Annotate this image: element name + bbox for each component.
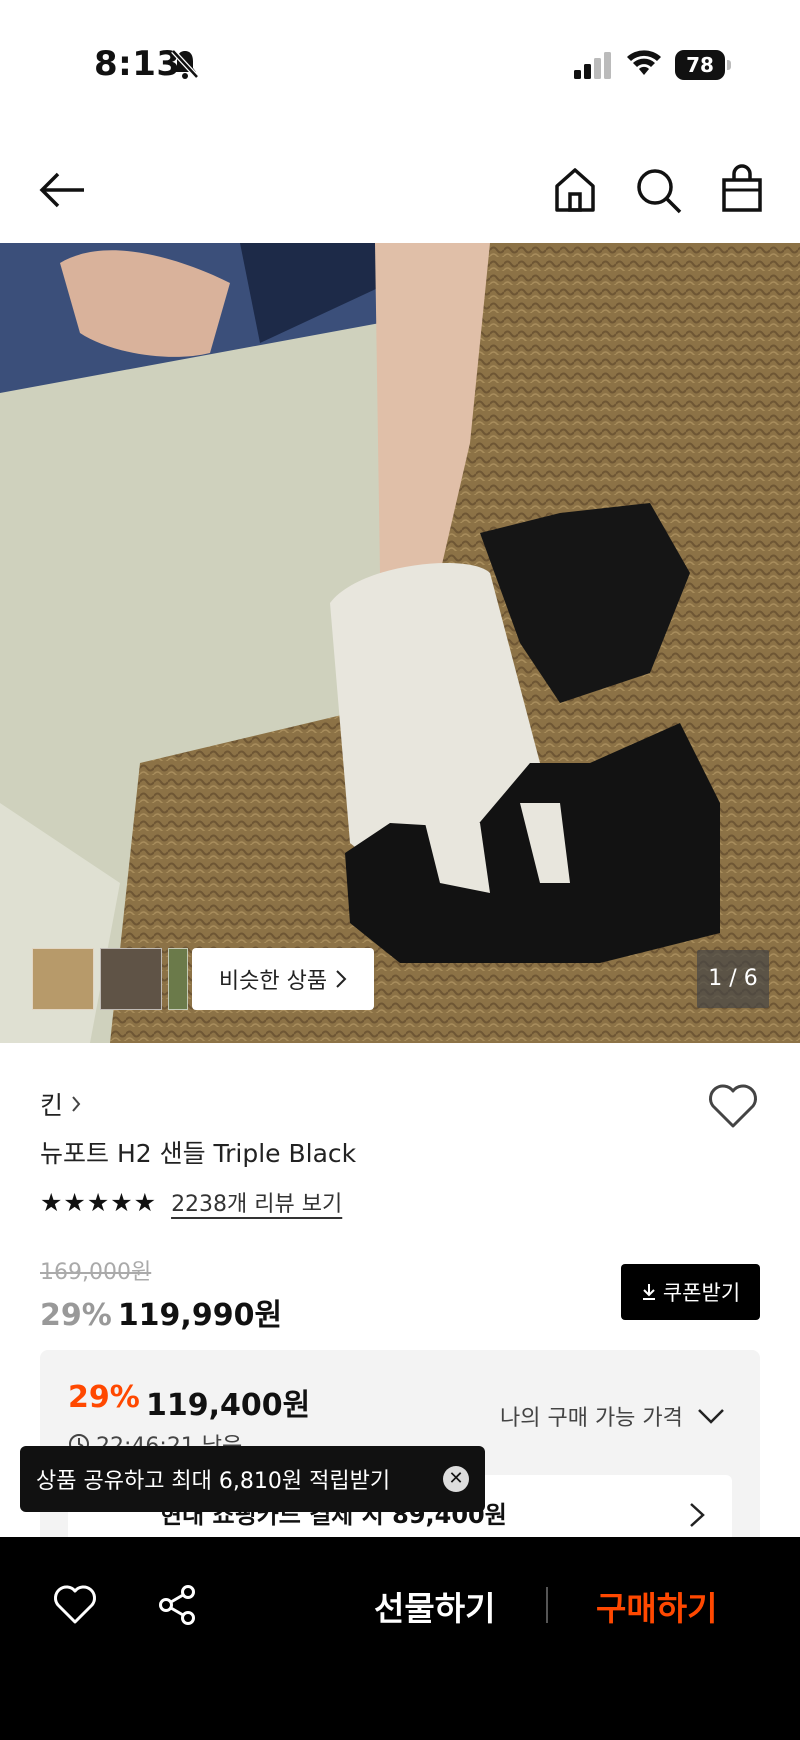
home-button[interactable] xyxy=(545,160,605,220)
home-icon xyxy=(555,168,595,212)
share-reward-toast: 상품 공유하고 최대 6,810원 적립받기 ✕ xyxy=(20,1446,485,1512)
brand-link[interactable]: 킨 xyxy=(40,1086,81,1122)
image-counter: 1 / 6 xyxy=(697,950,769,1008)
search-icon xyxy=(637,169,682,214)
similar-products-label: 비슷한 상품 xyxy=(218,969,328,994)
chevron-down-icon xyxy=(698,1409,724,1424)
my-price-label: 나의 구매 가능 가격 xyxy=(500,1406,683,1431)
chevron-right-icon xyxy=(336,970,347,988)
gift-button[interactable]: 선물하기 xyxy=(374,1582,495,1630)
best-discount-rate: 29% xyxy=(68,1380,140,1415)
my-price-toggle[interactable]: 나의 구매 가능 가격 xyxy=(500,1400,725,1432)
chevron-right-icon xyxy=(72,1096,81,1112)
rating-row: ★★★★★ 2238개 리뷰 보기 xyxy=(40,1186,342,1218)
divider xyxy=(546,1587,548,1623)
heart-icon[interactable] xyxy=(52,1582,98,1628)
discount-rate: 29% xyxy=(40,1298,112,1333)
wifi-icon xyxy=(627,50,661,75)
top-nav xyxy=(0,140,800,240)
coupon-download-button[interactable]: 쿠폰받기 xyxy=(621,1264,760,1320)
chevron-right-icon xyxy=(690,1503,705,1527)
buy-button[interactable]: 구매하기 xyxy=(596,1582,717,1630)
review-link[interactable]: 2238개 리뷰 보기 xyxy=(171,1186,342,1218)
best-price: 119,400원 xyxy=(146,1388,311,1423)
signal-icon xyxy=(574,52,611,79)
share-icon[interactable] xyxy=(154,1582,200,1628)
product-photo xyxy=(0,243,800,1043)
status-time: 8:13 xyxy=(94,44,181,84)
thumbnail-3[interactable] xyxy=(168,948,188,1010)
star-rating: ★★★★★ xyxy=(40,1187,158,1217)
similar-products-button[interactable]: 비슷한 상품 xyxy=(192,948,374,1010)
sale-price-row: 29% 119,990원 xyxy=(40,1290,282,1334)
download-icon xyxy=(642,1284,655,1300)
original-price: 169,000원 xyxy=(40,1260,152,1285)
close-icon[interactable]: ✕ xyxy=(443,1466,469,1492)
status-bar: 8:13 78 xyxy=(0,0,800,130)
back-arrow-icon xyxy=(39,172,84,208)
coupon-label: 쿠폰받기 xyxy=(662,1281,741,1305)
battery-level: 78 xyxy=(675,50,725,80)
brand-name: 킨 xyxy=(40,1091,64,1120)
back-button[interactable] xyxy=(32,160,92,220)
sale-price: 119,990원 xyxy=(117,1298,283,1333)
toast-text: 상품 공유하고 최대 6,810원 적립받기 xyxy=(36,1469,391,1494)
battery-icon: 78 xyxy=(675,50,731,80)
bell-slash-icon xyxy=(171,49,199,79)
thumbnail-2[interactable] xyxy=(100,948,162,1010)
battery-tip xyxy=(727,60,731,70)
product-image-gallery[interactable]: 비슷한 상품 1 / 6 xyxy=(0,243,800,1043)
bottom-action-bar: 선물하기 구매하기 xyxy=(0,1537,800,1740)
shopping-bag-icon xyxy=(722,164,762,212)
thumbnail-1[interactable] xyxy=(32,948,94,1010)
cart-button[interactable] xyxy=(712,160,772,220)
wishlist-heart-icon[interactable] xyxy=(707,1082,759,1130)
product-title: 뉴포트 H2 샌들 Triple Black xyxy=(40,1139,357,1168)
search-button[interactable] xyxy=(628,160,688,220)
